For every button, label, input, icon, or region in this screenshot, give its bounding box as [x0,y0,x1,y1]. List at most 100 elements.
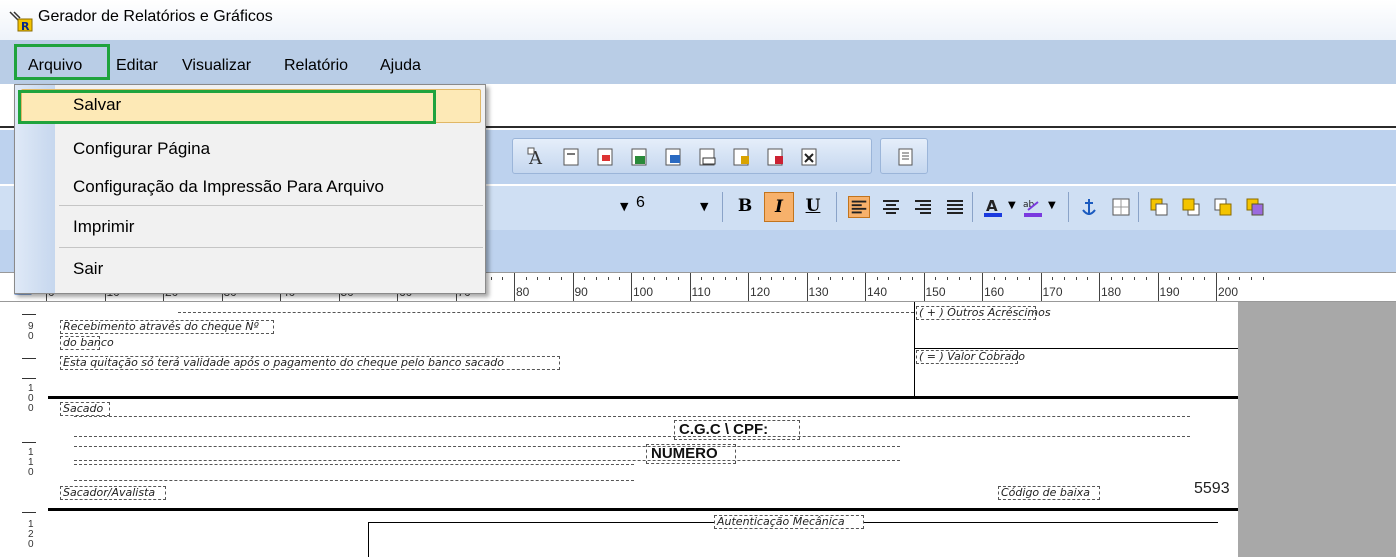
field-do-banco[interactable]: do banco [60,336,114,350]
window-title: Gerador de Relatórios e Gráficos [38,8,273,25]
highlight-color-icon[interactable]: ab [1022,196,1044,218]
field-numero[interactable]: NUMERO [646,444,736,464]
code-value[interactable]: 5593 [1194,480,1230,498]
align-left-icon[interactable] [848,196,870,218]
grid-icon[interactable] [1110,196,1132,218]
ruler-label: 130 [808,285,829,299]
ruler-minor-tick [829,277,831,280]
underline-button[interactable]: U [798,192,828,222]
ruler-minor-tick [1262,277,1264,280]
field-sacador-avalista[interactable]: Sacador/Avalista [60,486,166,500]
field-quitacao[interactable]: Esta quitação só terá validade após o pa… [60,356,560,370]
font-color-icon[interactable]: A [982,196,1004,218]
menu-ajuda[interactable]: Ajuda [380,57,421,75]
vruler-label-100: 100 [28,383,34,414]
ruler-label: 150 [925,285,946,299]
separator-line [914,348,1238,349]
ruler-minor-tick [911,277,913,280]
align-right-icon[interactable] [912,196,934,218]
ruler-minor-tick [595,277,597,280]
font-name-dropdown-arrow[interactable]: ▼ [620,200,628,213]
ruler-tick [514,273,515,301]
ruler-minor-tick [666,277,668,280]
label-icon[interactable] [561,146,583,168]
font-color-dropdown-arrow[interactable]: ▼ [1008,200,1016,211]
dashed-guide [74,464,634,465]
ruler-minor-tick [1134,277,1136,280]
italic-button[interactable]: I [764,192,794,222]
menu-item-sair[interactable]: Sair [73,259,103,279]
title-bar: R Gerador de Relatórios e Gráficos [0,0,1396,40]
toolbar-separator [722,192,723,222]
ruler-minor-tick [490,277,492,280]
section-divider [48,508,1238,511]
font-size-dropdown-arrow[interactable]: ▼ [700,200,708,213]
ruler-tick [631,273,632,301]
ruler-minor-tick [958,277,960,280]
ruler-minor-tick [1087,277,1089,280]
field-sacado[interactable]: Sacado [60,402,110,416]
ruler-minor-tick [993,277,995,280]
ruler-minor-tick [853,277,855,280]
system-field-icon[interactable] [697,146,719,168]
ruler-minor-tick [1239,277,1241,280]
menu-editar[interactable]: Editar [116,57,158,75]
image-field-icon[interactable] [595,146,617,168]
ruler-minor-tick [876,277,878,280]
ruler-minor-tick [549,277,551,280]
ruler-minor-tick [1192,277,1194,280]
menu-visualizar[interactable]: Visualizar [182,57,251,75]
ruler-minor-tick [584,277,586,280]
canvas-gray-area [1238,302,1396,557]
salvar-highlight-box [18,90,436,124]
highlight-color-dropdown-arrow[interactable]: ▼ [1048,200,1056,211]
ruler-tick [923,273,925,301]
ruler-minor-tick [525,277,527,280]
send-back-icon[interactable] [1180,196,1202,218]
ruler-tick [1040,273,1042,301]
ruler-label: 120 [750,285,771,299]
checkbox-field-icon[interactable] [799,146,821,168]
field-valor-cobrado[interactable]: ( = ) Valor Cobrado [916,350,1025,364]
ruler-minor-tick [654,277,656,280]
vruler-label-110: 110 [28,447,34,478]
memo-field-icon[interactable] [731,146,753,168]
bring-forward-icon[interactable] [1212,196,1234,218]
report-design-area[interactable]: Recebimento através do cheque Nº do banc… [48,302,1238,557]
calc-field-icon[interactable] [629,146,651,168]
ruler-label: 100 [633,285,654,299]
menu-item-imprimir[interactable]: Imprimir [73,217,134,237]
text-field-icon[interactable]: A [527,146,549,168]
ruler-minor-tick [783,277,785,280]
band-icon[interactable] [895,146,917,168]
send-backward-icon[interactable] [1244,196,1266,218]
align-center-icon[interactable] [880,196,902,218]
ruler-minor-tick [1145,277,1147,280]
bring-front-icon[interactable] [1148,196,1170,218]
ruler-minor-tick [712,277,714,280]
ruler-minor-tick [1122,277,1124,280]
align-justify-icon[interactable] [944,196,966,218]
menu-separator [59,205,483,206]
autenticacao-border [368,522,369,557]
bold-button[interactable]: B [730,192,760,222]
ruler-minor-tick [677,277,679,280]
field-recebimento[interactable]: Recebimento através do cheque Nº [60,320,274,334]
insert-toolbar: A [512,138,872,174]
db-field-icon[interactable] [663,146,685,168]
ruler-label: 180 [1101,285,1122,299]
ruler-minor-tick [771,277,773,280]
ruler-minor-tick [736,277,738,280]
field-cgc-cpf[interactable]: C.G.C \ CPF: [674,420,800,440]
ruler-label: 140 [867,285,888,299]
rich-field-icon[interactable] [765,146,787,168]
dashed-guide [74,460,900,461]
menu-item-configurar-pagina[interactable]: Configurar Página [73,139,210,159]
anchor-icon[interactable] [1078,196,1100,218]
menu-relatorio[interactable]: Relatório [284,57,348,75]
menu-item-configuracao-impressao[interactable]: Configuração da Impressão Para Arquivo [73,177,384,197]
field-outros-acrescimos[interactable]: ( + ) Outros Acréscimos [916,306,1051,320]
field-codigo-baixa[interactable]: Código de baixa [998,486,1100,500]
field-autenticacao[interactable]: Autenticação Mecânica [714,515,864,529]
ruler-minor-tick [1110,277,1112,280]
